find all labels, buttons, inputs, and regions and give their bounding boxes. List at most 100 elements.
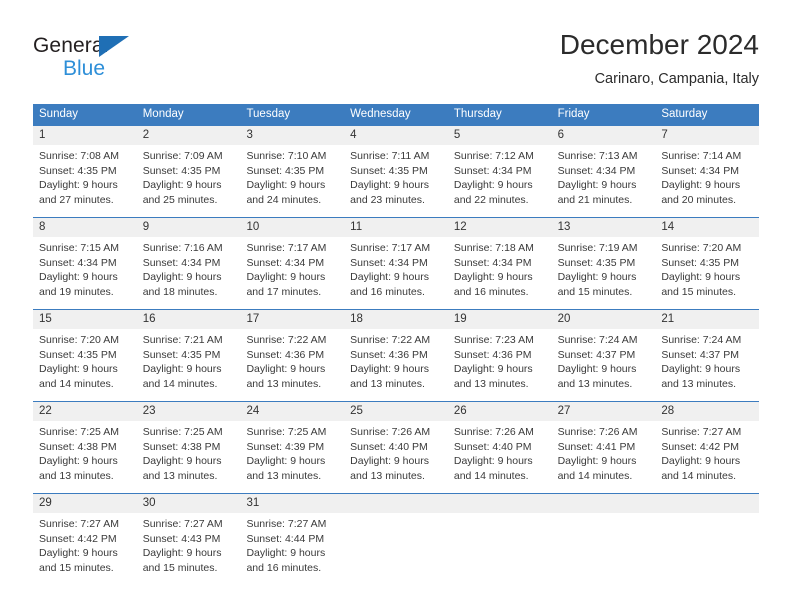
- sunrise-text: Sunrise: 7:24 AM: [557, 334, 638, 346]
- sunrise-text: Sunrise: 7:22 AM: [246, 334, 327, 346]
- sunrise-text: Sunrise: 7:14 AM: [661, 150, 742, 162]
- day-cell: Sunrise: 7:27 AM Sunset: 4:42 PM Dayligh…: [33, 513, 137, 585]
- daylight-text-line1: Daylight: 9 hours: [350, 363, 429, 376]
- sunset-text: Sunset: 4:35 PM: [246, 164, 325, 177]
- day-number[interactable]: 5: [448, 126, 552, 145]
- daylight-text-line2: and 19 minutes.: [39, 285, 114, 298]
- day-number[interactable]: 13: [552, 218, 656, 237]
- day-cell: Sunrise: 7:16 AM Sunset: 4:34 PM Dayligh…: [137, 237, 241, 309]
- day-number[interactable]: 19: [448, 310, 552, 329]
- day-number[interactable]: 11: [344, 218, 448, 237]
- daylight-text-line2: and 16 minutes.: [246, 561, 322, 574]
- daylight-text-line1: Daylight: 9 hours: [142, 271, 222, 284]
- day-number[interactable]: 9: [137, 218, 241, 237]
- sunset-text: Sunset: 4:34 PM: [39, 256, 117, 269]
- day-number[interactable]: 27: [552, 402, 656, 421]
- sunset-text: Sunset: 4:35 PM: [142, 348, 221, 361]
- sunrise-text: Sunrise: 7:22 AM: [350, 334, 431, 346]
- sunrise-text: Sunrise: 7:27 AM: [246, 518, 327, 530]
- sunset-text: Sunset: 4:42 PM: [39, 532, 117, 545]
- day-cell-empty: [344, 513, 448, 585]
- day-number[interactable]: 20: [552, 310, 656, 329]
- daylight-text-line1: Daylight: 9 hours: [557, 271, 637, 284]
- daylight-text-line2: and 13 minutes.: [39, 469, 114, 482]
- day-number[interactable]: 3: [240, 126, 344, 145]
- day-number[interactable]: 14: [655, 218, 759, 237]
- day-number[interactable]: 15: [33, 310, 137, 329]
- day-number[interactable]: 2: [137, 126, 241, 145]
- week-details-band: Sunrise: 7:15 AM Sunset: 4:34 PM Dayligh…: [33, 237, 759, 309]
- day-cell: Sunrise: 7:25 AM Sunset: 4:39 PM Dayligh…: [240, 421, 344, 493]
- day-cell: Sunrise: 7:18 AM Sunset: 4:34 PM Dayligh…: [448, 237, 552, 309]
- daylight-text-line1: Daylight: 9 hours: [661, 271, 741, 284]
- daylight-text-line2: and 15 minutes.: [142, 561, 218, 574]
- daylight-text-line2: and 13 minutes.: [246, 377, 322, 390]
- sunset-text: Sunset: 4:35 PM: [661, 256, 739, 269]
- day-number[interactable]: 8: [33, 218, 137, 237]
- day-cell: Sunrise: 7:26 AM Sunset: 4:41 PM Dayligh…: [552, 421, 656, 493]
- sunrise-text: Sunrise: 7:26 AM: [453, 426, 534, 438]
- week-row: 8 9 10 11 12 13 14 Sunrise: 7:15 AM Suns…: [33, 217, 759, 309]
- daylight-text-line1: Daylight: 9 hours: [142, 547, 222, 560]
- day-number[interactable]: 22: [33, 402, 137, 421]
- day-number[interactable]: 30: [137, 494, 241, 513]
- day-number[interactable]: 31: [240, 494, 344, 513]
- weekday-header-sunday: Sunday: [39, 108, 79, 120]
- week-daynumber-band: 15 16 17 18 19 20 21: [33, 310, 759, 329]
- sunrise-text: Sunrise: 7:11 AM: [350, 150, 430, 162]
- week-details-band: Sunrise: 7:08 AM Sunset: 4:35 PM Dayligh…: [33, 145, 759, 217]
- sunrise-text: Sunrise: 7:20 AM: [661, 242, 742, 254]
- day-number[interactable]: 1: [33, 126, 137, 145]
- sunset-text: Sunset: 4:37 PM: [557, 348, 636, 361]
- day-number[interactable]: 26: [448, 402, 552, 421]
- sunrise-text: Sunrise: 7:15 AM: [39, 242, 119, 254]
- daylight-text-line1: Daylight: 9 hours: [453, 455, 533, 468]
- sunrise-text: Sunrise: 7:25 AM: [142, 426, 223, 438]
- sunrise-text: Sunrise: 7:12 AM: [453, 150, 534, 162]
- daylight-text-line1: Daylight: 9 hours: [350, 271, 429, 284]
- daylight-text-line1: Daylight: 9 hours: [246, 547, 326, 560]
- sunset-text: Sunset: 4:43 PM: [142, 532, 221, 545]
- daylight-text-line2: and 14 minutes.: [661, 469, 737, 482]
- day-number[interactable]: 12: [448, 218, 552, 237]
- week-row: 15 16 17 18 19 20 21 Sunrise: 7:20 AM Su…: [33, 309, 759, 401]
- day-number[interactable]: 23: [137, 402, 241, 421]
- day-number[interactable]: 28: [655, 402, 759, 421]
- sunrise-text: Sunrise: 7:27 AM: [661, 426, 742, 438]
- day-number[interactable]: 17: [240, 310, 344, 329]
- logo-triangle-icon: [99, 36, 129, 57]
- generalblue-logo[interactable]: General Blue: [33, 33, 173, 85]
- daylight-text-line2: and 21 minutes.: [557, 193, 633, 206]
- day-number-empty: [655, 494, 759, 513]
- day-cell: Sunrise: 7:11 AM Sunset: 4:35 PM Dayligh…: [344, 145, 448, 217]
- day-number[interactable]: 4: [344, 126, 448, 145]
- daylight-text-line2: and 13 minutes.: [142, 469, 218, 482]
- sunrise-text: Sunrise: 7:24 AM: [661, 334, 742, 346]
- page-header: General Blue December 2024 Carinaro, Cam…: [0, 0, 792, 96]
- day-number[interactable]: 21: [655, 310, 759, 329]
- sunrise-text: Sunrise: 7:26 AM: [557, 426, 638, 438]
- day-number[interactable]: 6: [552, 126, 656, 145]
- daylight-text-line1: Daylight: 9 hours: [39, 363, 118, 376]
- day-cell: Sunrise: 7:08 AM Sunset: 4:35 PM Dayligh…: [33, 145, 137, 217]
- day-cell: Sunrise: 7:17 AM Sunset: 4:34 PM Dayligh…: [344, 237, 448, 309]
- day-cell: Sunrise: 7:20 AM Sunset: 4:35 PM Dayligh…: [33, 329, 137, 401]
- daylight-text-line2: and 13 minutes.: [557, 377, 633, 390]
- day-number[interactable]: 18: [344, 310, 448, 329]
- daylight-text-line1: Daylight: 9 hours: [142, 363, 222, 376]
- weekday-header-row: Sunday Monday Tuesday Wednesday Thursday…: [33, 104, 759, 125]
- day-cell: Sunrise: 7:26 AM Sunset: 4:40 PM Dayligh…: [448, 421, 552, 493]
- day-number[interactable]: 24: [240, 402, 344, 421]
- daylight-text-line2: and 16 minutes.: [453, 285, 529, 298]
- daylight-text-line2: and 18 minutes.: [142, 285, 218, 298]
- day-number[interactable]: 29: [33, 494, 137, 513]
- daylight-text-line1: Daylight: 9 hours: [39, 455, 118, 468]
- day-number[interactable]: 16: [137, 310, 241, 329]
- day-cell: Sunrise: 7:15 AM Sunset: 4:34 PM Dayligh…: [33, 237, 137, 309]
- day-number[interactable]: 10: [240, 218, 344, 237]
- day-cell: Sunrise: 7:17 AM Sunset: 4:34 PM Dayligh…: [240, 237, 344, 309]
- day-cell: Sunrise: 7:27 AM Sunset: 4:42 PM Dayligh…: [655, 421, 759, 493]
- sunrise-text: Sunrise: 7:19 AM: [557, 242, 638, 254]
- day-number[interactable]: 7: [655, 126, 759, 145]
- day-number[interactable]: 25: [344, 402, 448, 421]
